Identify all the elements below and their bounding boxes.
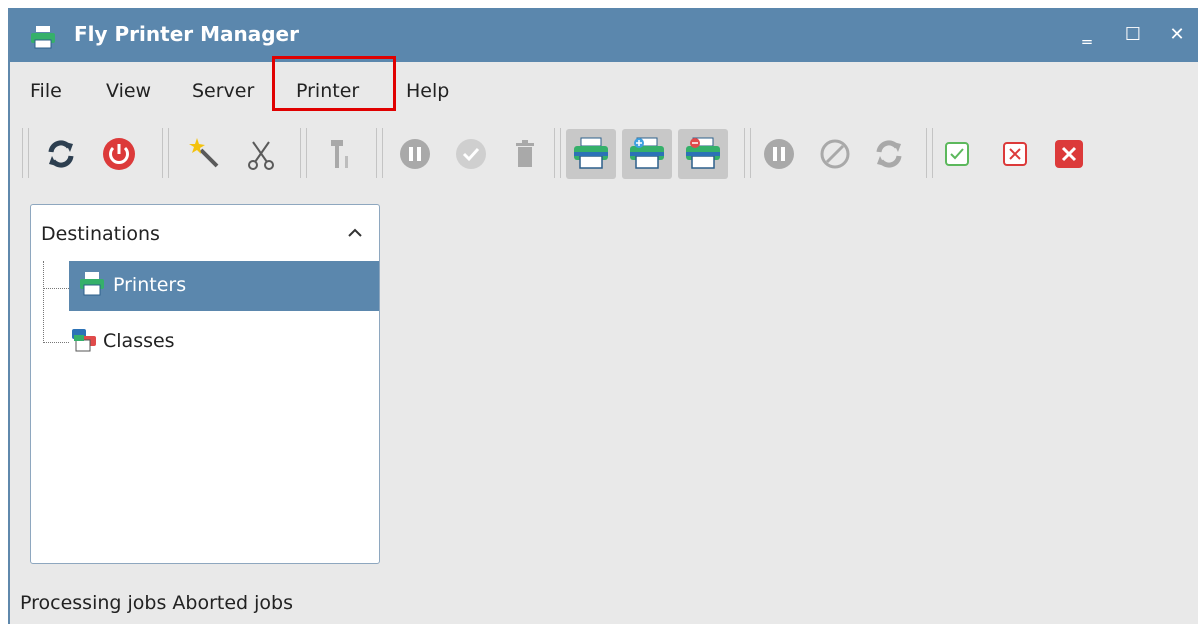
refresh-icon — [48, 140, 74, 168]
power-icon — [103, 138, 135, 170]
tools-icon — [331, 140, 348, 168]
add-printer-wizard-button[interactable] — [180, 129, 230, 179]
delete-button[interactable] — [1044, 129, 1094, 179]
cut-button[interactable] — [236, 129, 286, 179]
remove-printer-button[interactable] — [678, 129, 728, 179]
tree-item-label: Printers — [113, 274, 187, 296]
toolbar — [10, 114, 1198, 194]
destinations-panel: Destinations Printers Classes — [30, 204, 380, 564]
toolbar-separator — [22, 128, 29, 178]
printer-class-icon — [72, 329, 96, 352]
maximize-button[interactable]: ☐ — [1118, 20, 1148, 50]
pause-printer-button — [754, 129, 804, 179]
tree-line — [43, 261, 44, 343]
cancel-icon — [820, 139, 850, 169]
minimize-button[interactable]: ‗ — [1072, 20, 1102, 50]
tree-line — [43, 342, 69, 343]
menu-file[interactable]: File — [30, 80, 62, 102]
properties-button — [314, 129, 364, 179]
menu-server[interactable]: Server — [192, 80, 254, 102]
checkbox-checked-icon — [945, 142, 969, 166]
restart-button — [864, 129, 914, 179]
status-processing-jobs: Processing jobs — [20, 592, 167, 614]
resume-job-button — [446, 129, 496, 179]
reject-button[interactable] — [990, 129, 1040, 179]
accept-button[interactable] — [932, 129, 982, 179]
printer-icon — [574, 137, 608, 169]
delete-job-button — [500, 129, 550, 179]
toolbar-separator — [162, 128, 169, 178]
add-printer-button[interactable] — [622, 129, 672, 179]
chevron-up-icon[interactable] — [345, 223, 365, 243]
refresh-icon — [876, 140, 902, 168]
status-bar: Processing jobs Aborted jobs — [20, 592, 293, 614]
top-strip — [0, 0, 1198, 8]
power-button[interactable] — [94, 129, 144, 179]
reject-jobs-button — [810, 129, 860, 179]
menu-help[interactable]: Help — [406, 80, 449, 102]
toolbar-separator — [554, 128, 561, 178]
toolbar-separator — [744, 128, 751, 178]
tree-line — [43, 288, 69, 289]
magic-wand-icon — [189, 138, 219, 168]
printer-app-icon — [31, 26, 55, 49]
pause-icon — [400, 139, 430, 169]
printer-icon — [80, 272, 104, 296]
printer-add-icon — [630, 137, 664, 169]
refresh-button[interactable] — [36, 129, 86, 179]
scissors-icon — [248, 141, 274, 170]
menu-bar: File View Server Printer Help — [10, 62, 1198, 114]
title-bar[interactable]: Fly Printer Manager ‗ ☐ ✕ — [10, 8, 1198, 62]
trash-icon — [516, 140, 534, 167]
close-red-icon — [1055, 140, 1083, 168]
menu-view[interactable]: View — [106, 80, 151, 102]
close-button[interactable]: ✕ — [1162, 20, 1192, 50]
toolbar-separator — [300, 128, 307, 178]
toolbar-separator — [376, 128, 383, 178]
panel-header[interactable]: Destinations — [31, 205, 379, 261]
menu-printer-highlight — [272, 56, 396, 111]
printer-remove-icon — [686, 137, 720, 169]
panel-title: Destinations — [41, 223, 160, 245]
app-window: Fly Printer Manager ‗ ☐ ✕ File View Serv… — [8, 8, 1198, 624]
status-aborted-jobs: Aborted jobs — [172, 592, 294, 614]
check-circle-icon — [456, 139, 486, 169]
window-title: Fly Printer Manager — [74, 22, 299, 46]
tree-item-label: Classes — [103, 330, 175, 352]
tree-item-printers[interactable]: Printers — [69, 261, 379, 311]
pause-job-button — [390, 129, 440, 179]
printers-view-button[interactable] — [566, 129, 616, 179]
tree-item-classes[interactable]: Classes — [69, 317, 379, 367]
pause-icon — [764, 139, 794, 169]
checkbox-x-icon — [1003, 142, 1027, 166]
